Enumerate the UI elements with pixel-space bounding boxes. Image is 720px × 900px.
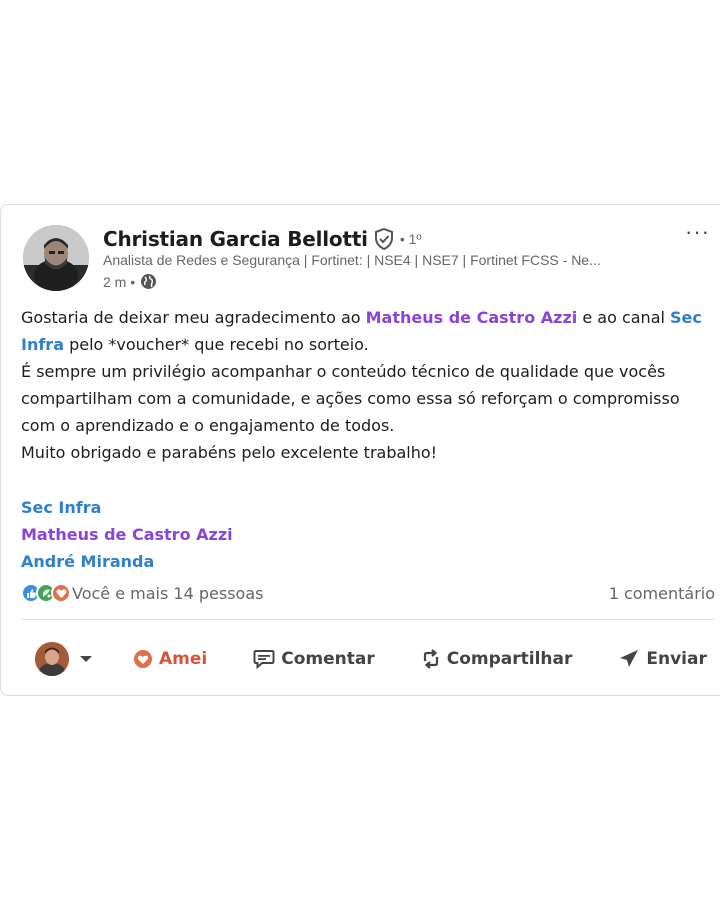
- reactions-text: Você e mais 14 pessoas: [72, 583, 264, 603]
- mention-matheus[interactable]: Matheus de Castro Azzi: [366, 308, 578, 327]
- send-label: Enviar: [646, 649, 707, 669]
- tag-sec-infra[interactable]: Sec Infra: [21, 494, 233, 521]
- more-icon[interactable]: ···: [685, 219, 710, 245]
- post-paragraph-3: Muito obrigado e parabéns pelo excelente…: [21, 443, 438, 462]
- comment-label: Comentar: [281, 649, 375, 669]
- love-label: Amei: [159, 649, 208, 669]
- body-text: Gostaria de deixar meu agradecimento ao: [21, 308, 366, 327]
- heart-icon: [134, 650, 152, 668]
- post-paragraph-2: É sempre um privilégio acompanhar o cont…: [21, 362, 680, 435]
- post-meta: 2 m •: [103, 273, 157, 290]
- verified-shield-icon: [374, 228, 394, 250]
- body-text: pelo *voucher* que recebi no sorteio.: [64, 335, 369, 354]
- actor-switcher[interactable]: [35, 642, 93, 676]
- post-card: Christian Garcia Bellotti • 1º Analista …: [0, 204, 720, 696]
- post-time: 2 m •: [103, 273, 136, 290]
- connection-degree: • 1º: [399, 231, 422, 247]
- actor-avatar: [35, 642, 69, 676]
- tag-andre-miranda[interactable]: André Miranda: [21, 548, 233, 575]
- post-text: Gostaria de deixar meu agradecimento ao …: [21, 304, 713, 466]
- author-avatar[interactable]: [23, 225, 89, 291]
- love-reaction-icon: [51, 583, 71, 603]
- send-button[interactable]: Enviar: [618, 649, 707, 669]
- author-name[interactable]: Christian Garcia Bellotti: [103, 227, 368, 251]
- comment-button[interactable]: Comentar: [253, 649, 375, 669]
- repost-button[interactable]: Compartilhar: [421, 648, 573, 670]
- reactions-summary[interactable]: Você e mais 14 pessoas: [21, 583, 263, 603]
- love-button[interactable]: Amei: [133, 649, 207, 669]
- send-icon: [620, 650, 639, 667]
- post-paragraph-1: Gostaria de deixar meu agradecimento ao …: [21, 304, 713, 358]
- reaction-icons: [21, 583, 71, 603]
- social-counts: Você e mais 14 pessoas 1 comentário: [21, 583, 715, 603]
- body-text: e ao canal: [577, 308, 671, 327]
- repost-icon: [423, 649, 438, 669]
- author-name-row: Christian Garcia Bellotti • 1º: [103, 225, 422, 253]
- comment-icon: [253, 650, 275, 669]
- divider: [21, 619, 715, 620]
- comments-count[interactable]: 1 comentário: [609, 584, 715, 603]
- author-headline: Analista de Redes e Segurança | Fortinet…: [103, 252, 601, 268]
- action-bar: Amei Comentar Compartilhar Enviar: [21, 635, 715, 683]
- repost-label: Compartilhar: [446, 649, 573, 669]
- tag-matheus[interactable]: Matheus de Castro Azzi: [21, 521, 233, 548]
- caret-down-icon: [79, 654, 93, 664]
- tag-list: Sec Infra Matheus de Castro Azzi André M…: [21, 494, 233, 575]
- globe-icon: [140, 273, 157, 290]
